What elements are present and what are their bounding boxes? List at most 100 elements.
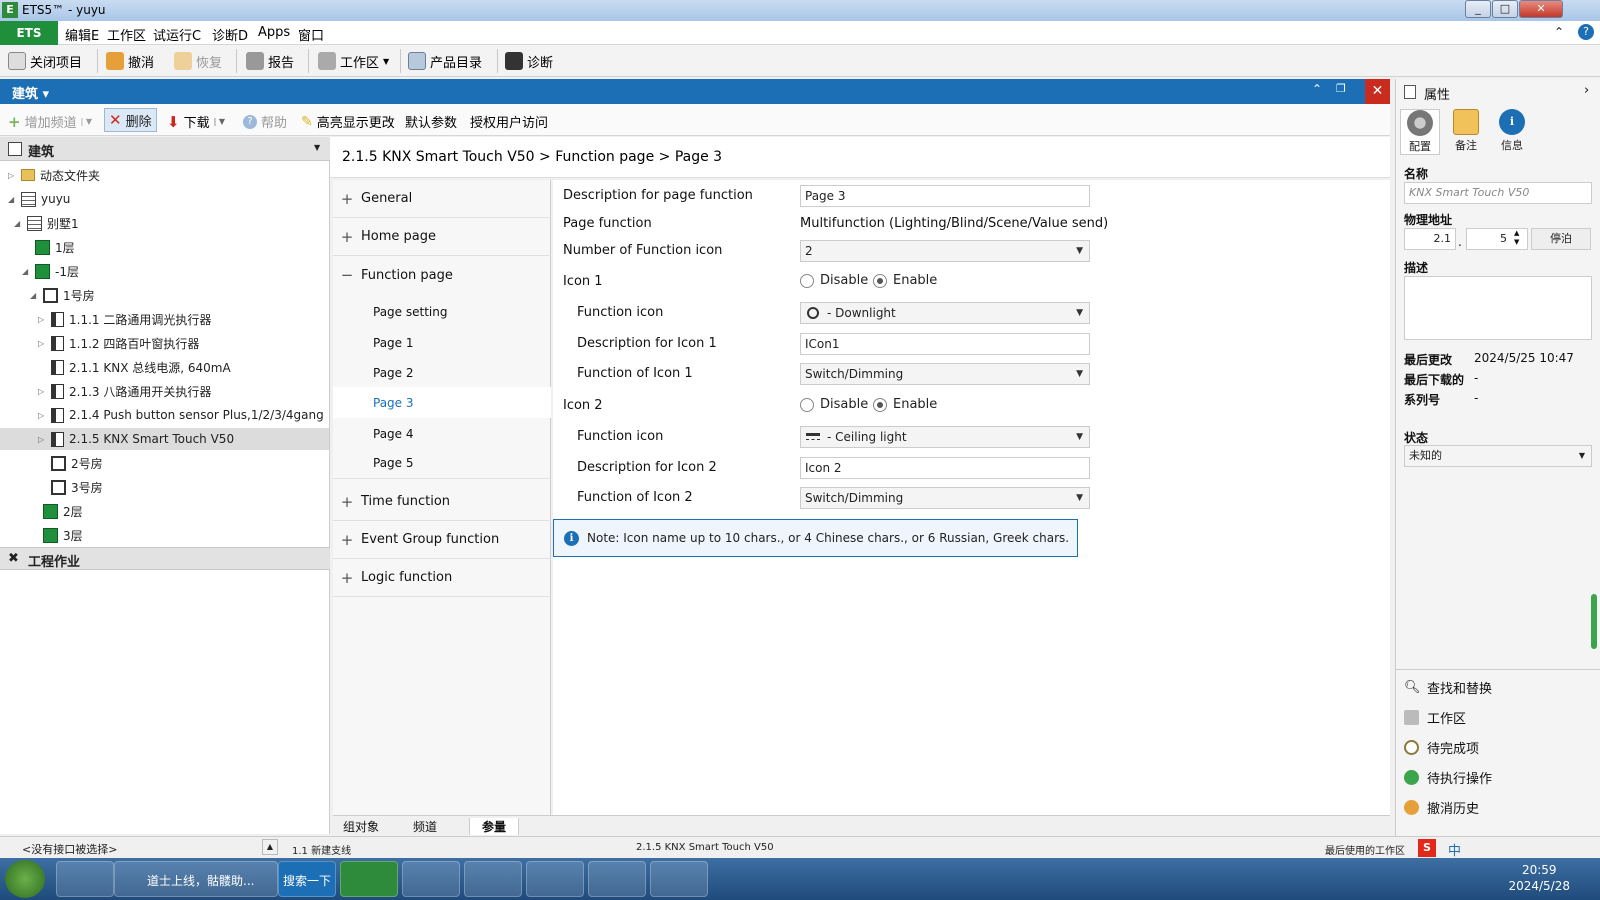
icon2-disable-radio[interactable]: Disable [800, 397, 868, 412]
nav-logic-function[interactable]: + Logic function [333, 559, 551, 597]
undo-history-link[interactable]: 撤消历史 [1404, 798, 1479, 817]
tab-config[interactable]: 配置 [1400, 109, 1440, 155]
taskbar-search-button[interactable]: 搜索一下 [278, 861, 336, 897]
collapse-icon[interactable]: ◢ [30, 291, 38, 300]
taskbar-snipping-icon[interactable] [526, 861, 584, 897]
num-icon-select[interactable]: 2 [800, 240, 1090, 262]
tree-item[interactable]: 2号房 [38, 452, 103, 474]
minimize-button[interactable]: _ [1465, 0, 1491, 18]
tree-item[interactable]: ◢ -1层 [22, 260, 79, 282]
nav-page-setting[interactable]: Page setting [333, 296, 551, 327]
maximize-button[interactable]: □ [1492, 0, 1518, 18]
close-window-button[interactable]: ✕ [1519, 0, 1563, 18]
menu-apps[interactable]: Apps [258, 25, 290, 40]
ets-menu-tab[interactable]: ETS [0, 21, 58, 45]
menu-edit[interactable]: 编辑E [65, 25, 99, 44]
tree-item[interactable]: ◢ yuyu [8, 188, 70, 210]
restore-icon[interactable]: ❐ [1336, 82, 1346, 95]
todo-link[interactable]: 待完成项 [1404, 738, 1479, 757]
icon2-enable-radio[interactable]: Enable [873, 397, 937, 412]
tree-item[interactable]: 2.1.1 KNX 总线电源, 640mA [38, 356, 231, 378]
close-project-button[interactable]: 关闭项目 [8, 51, 82, 71]
icon1-enable-radio[interactable]: Enable [873, 273, 937, 288]
menu-workspace[interactable]: 工作区 [107, 25, 146, 44]
tree-item[interactable]: ◢ 1号房 [30, 284, 95, 306]
nav-page-1[interactable]: Page 1 [333, 327, 551, 358]
highlight-changes-button[interactable]: ✎ 高亮显示更改 [301, 112, 395, 132]
spinner-icon[interactable]: ▲ ▼ [1514, 229, 1519, 247]
project-work-header[interactable]: ✖ 工程作业 [0, 547, 330, 570]
help-icon[interactable]: ? [1578, 24, 1594, 40]
tree-item[interactable]: ▷ 1.1.1 二路通用调光执行器 [38, 308, 211, 330]
tree-item[interactable]: ▷ 2.1.4 Push button sensor Plus,1/2/3/4ga… [38, 404, 324, 426]
authorize-access-button[interactable]: 授权用户访问 [470, 112, 548, 131]
tree-item[interactable]: ▷ 1.1.2 四路百叶窗执行器 [38, 332, 199, 354]
tree-item[interactable]: ◢ 别墅1 [14, 212, 79, 234]
icon1-disable-radio[interactable]: Disable [800, 273, 868, 288]
panel-title[interactable]: 建筑 ▾ [12, 83, 49, 102]
collapse-icon[interactable]: ◢ [8, 195, 16, 204]
chevron-up-icon[interactable]: ▲ [262, 839, 278, 855]
nav-home-page[interactable]: + Home page [333, 218, 551, 256]
collapse-icon[interactable]: ⌃ [1312, 82, 1322, 96]
tree-item[interactable]: ▷ 动态文件夹 [8, 164, 100, 186]
park-button[interactable]: 停泊 [1531, 228, 1591, 250]
close-panel-button[interactable]: ✕ [1365, 79, 1390, 104]
expand-icon[interactable]: ▷ [38, 411, 46, 420]
workspace-link[interactable]: 工作区 [1404, 708, 1466, 727]
diagnostics-button[interactable]: 诊断 [505, 51, 553, 71]
nav-page-5[interactable]: Page 5 [333, 448, 551, 479]
expand-icon[interactable]: ▷ [38, 387, 46, 396]
nav-page-2[interactable]: Page 2 [333, 357, 551, 388]
expand-icon[interactable]: ▷ [8, 171, 16, 180]
expand-icon[interactable]: ▷ [38, 315, 46, 324]
tree-item[interactable]: ▷ 2.1.3 八路通用开关执行器 [38, 380, 211, 402]
start-button[interactable] [5, 860, 45, 898]
taskbar-paint-icon[interactable] [650, 861, 708, 897]
scrollbar-thumb[interactable] [1591, 594, 1597, 649]
function-icon2-select[interactable]: - Ceiling light [800, 426, 1090, 448]
default-params-button[interactable]: 默认参数 [405, 112, 457, 131]
help-button[interactable]: ? 帮助 [243, 112, 287, 131]
expand-icon[interactable]: ▷ [38, 339, 46, 348]
state-select[interactable]: 未知的 ▼ [1404, 445, 1592, 467]
delete-button[interactable]: ✕ 删除 [104, 108, 157, 132]
nav-time-function[interactable]: + Time function [333, 483, 551, 521]
tree-item[interactable]: 2层 [30, 500, 83, 522]
func-icon1-select[interactable]: Switch/Dimming [800, 363, 1090, 385]
tab-notes[interactable]: 备注 [1446, 109, 1486, 153]
desc-icon1-input[interactable]: ICon1 [800, 333, 1090, 355]
download-button[interactable]: ⬇ 下载 | ▼ [167, 112, 225, 132]
ime-mode[interactable]: 中 [1448, 840, 1461, 859]
tree-item-selected[interactable]: ▷ 2.1.5 KNX Smart Touch V50 [0, 428, 329, 450]
nav-page-3[interactable]: Page 3 [333, 387, 551, 418]
system-clock[interactable]: 20:59 2024/5/28 [1508, 862, 1570, 894]
collapse-icon[interactable]: ◢ [22, 267, 30, 276]
taskbar-ets-icon[interactable] [340, 861, 398, 897]
find-replace-link[interactable]: 🔍︎ 查找和替换 [1404, 678, 1492, 697]
tree-item[interactable]: 3层 [30, 524, 83, 546]
undo-button[interactable]: 撤消 [106, 51, 154, 71]
tree-item[interactable]: 1层 [22, 236, 75, 258]
menu-diagnostics[interactable]: 诊断D [212, 25, 248, 44]
nav-event-group[interactable]: + Event Group function [333, 521, 551, 559]
tree-header[interactable]: 建筑 ▼ [0, 137, 330, 161]
taskbar-remote-icon[interactable] [464, 861, 522, 897]
menu-window[interactable]: 窗口 [298, 25, 324, 44]
address-line-input[interactable]: 2.1 [1404, 228, 1456, 250]
nav-page-4[interactable]: Page 4 [333, 418, 551, 449]
description-textarea[interactable] [1404, 276, 1592, 340]
tab-info[interactable]: i 信息 [1492, 109, 1532, 153]
taskbar-app-icon[interactable] [56, 861, 114, 897]
interface-status[interactable]: <没有接口被选择> [22, 841, 117, 857]
catalog-button[interactable]: 产品目录 [408, 51, 482, 71]
chevron-up-icon[interactable]: ⌃ [1554, 25, 1564, 39]
tab-channels[interactable]: 频道 [413, 818, 437, 835]
redo-button[interactable]: 恢复 [174, 51, 222, 71]
nav-general[interactable]: + General [333, 180, 551, 218]
report-button[interactable]: 报告 [246, 51, 294, 71]
taskbar-chrome-icon[interactable] [402, 861, 460, 897]
chevron-right-icon[interactable]: › [1584, 83, 1589, 98]
tab-group-objects[interactable]: 组对象 [343, 818, 379, 835]
menu-commissioning[interactable]: 试运行C [153, 25, 201, 44]
